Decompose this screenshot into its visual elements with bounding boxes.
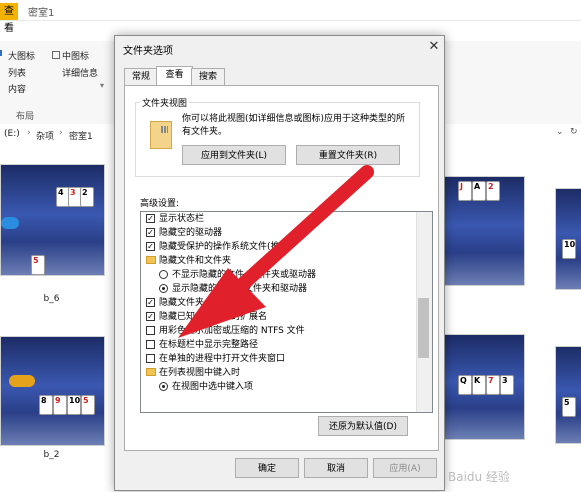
view-option-list[interactable]: 列表: [8, 66, 26, 79]
watermark: Baidu 经验: [448, 470, 510, 484]
playing-card: Q: [458, 375, 472, 395]
playing-card: 9: [53, 395, 67, 415]
explorer-titlebar: 查看 密室1: [0, 0, 581, 34]
playing-card: J: [458, 181, 472, 201]
reset-folders-button[interactable]: 重置文件夹(R): [296, 145, 400, 165]
file-name[interactable]: b_6: [0, 294, 103, 304]
view-icon: [52, 51, 60, 59]
view-option-medium-icons[interactable]: 中图标: [62, 49, 89, 62]
view-option-details[interactable]: 详细信息: [62, 66, 98, 79]
folder-icon: [150, 121, 172, 149]
radio-unselected-icon[interactable]: [159, 270, 168, 279]
radio-selected-icon[interactable]: [159, 382, 168, 391]
ribbon-tab[interactable]: 查看: [0, 3, 18, 34]
setting-label: 隐藏受保护的操作系统文件(推荐): [159, 242, 293, 252]
restore-defaults-button[interactable]: 还原为默认值(D): [318, 416, 408, 436]
playing-card: 3: [500, 375, 514, 395]
game-button-icon: [1, 217, 19, 229]
playing-card: 5: [81, 395, 95, 415]
setting-label: 隐藏空的驱动器: [159, 228, 223, 238]
checkbox-checked-icon[interactable]: ✓: [146, 298, 155, 307]
setting-label: 在列表视图中键入时: [159, 368, 241, 378]
setting-label: 隐藏文件夹合并冲突: [159, 298, 241, 308]
game-button-icon: [9, 375, 35, 387]
view-option-content[interactable]: 内容: [8, 82, 26, 95]
dialog-title: 文件夹选项: [123, 46, 173, 57]
advanced-settings-label: 高级设置:: [140, 199, 180, 209]
checkbox-unchecked-icon[interactable]: [146, 340, 155, 349]
view-tab-panel: 你可以将此视图(如详细信息或图标)应用于这种类型的所有文件夹。 应用到文件夹(L…: [124, 85, 439, 451]
playing-card: 5: [31, 255, 45, 275]
advanced-settings-list[interactable]: ✓ 显示状态栏 ✓ 隐藏空的驱动器 ✓ 隐藏受保护的操作系统文件(推荐) 隐藏文…: [140, 211, 433, 413]
checkbox-checked-icon[interactable]: ✓: [146, 312, 155, 321]
setting-label: 隐藏文件和文件夹: [159, 256, 232, 266]
breadcrumb-drive[interactable]: (E:): [4, 129, 20, 139]
file-thumbnail[interactable]: Q K 7 3: [443, 334, 525, 440]
file-thumbnail[interactable]: 10: [555, 188, 581, 290]
file-name[interactable]: b_2: [0, 450, 103, 460]
breadcrumb-current[interactable]: 密室1: [69, 129, 93, 142]
setting-label: 在标题栏中显示完整路径: [159, 340, 259, 350]
playing-card: 2: [80, 187, 94, 207]
folder-views-description: 你可以将此视图(如详细信息或图标)应用于这种类型的所有文件夹。: [182, 114, 406, 137]
breadcrumb-folder[interactable]: 杂项: [36, 129, 54, 142]
cancel-button[interactable]: 取消: [304, 458, 368, 478]
file-thumbnail-b6[interactable]: 4 3 2 5: [0, 164, 105, 276]
apply-to-folders-button[interactable]: 应用到文件夹(L): [182, 145, 286, 165]
setting-label: 不显示隐藏的文件、文件夹或驱动器: [172, 270, 317, 280]
apply-button[interactable]: 应用(A): [373, 458, 437, 478]
ok-button[interactable]: 确定: [235, 458, 299, 478]
setting-label: 在单独的进程中打开文件夹窗口: [159, 354, 286, 364]
playing-card: 7: [486, 375, 500, 395]
folder-icon: [146, 256, 156, 264]
view-icon: [0, 50, 2, 56]
checkbox-unchecked-icon[interactable]: [146, 354, 155, 363]
playing-card: 5: [562, 397, 576, 417]
tab-general[interactable]: 常规: [124, 68, 158, 86]
playing-card: K: [472, 375, 486, 395]
checkbox-checked-icon[interactable]: ✓: [146, 228, 155, 237]
file-thumbnail-b2[interactable]: 8 9 10 5: [0, 336, 105, 446]
view-option-large-icons[interactable]: 大图标: [8, 49, 35, 62]
playing-card: A: [472, 181, 486, 201]
checkbox-checked-icon[interactable]: ✓: [146, 214, 155, 223]
folder-options-dialog: 文件夹选项 ✕ 常规 查看 搜索 你可以将此视图(如详细信息或图标)应用于这种类…: [114, 35, 445, 491]
scrollbar-thumb[interactable]: [418, 298, 429, 358]
window-title: 密室1: [28, 8, 55, 19]
tab-search[interactable]: 搜索: [191, 68, 225, 86]
setting-label: 显示状态栏: [159, 214, 205, 224]
breadcrumb-separator-icon: ›: [59, 128, 63, 138]
checkbox-checked-icon[interactable]: ✓: [146, 242, 155, 251]
setting-label: 在视图中选中键入项: [172, 382, 254, 392]
file-thumbnail[interactable]: 5: [555, 346, 581, 444]
scroll-down-icon[interactable]: ▾: [100, 81, 104, 90]
checkbox-unchecked-icon[interactable]: [146, 326, 155, 335]
playing-card: 10: [562, 239, 576, 259]
file-thumbnail[interactable]: J A 2: [443, 176, 525, 286]
setting-label: 隐藏已知文件类型的扩展名: [159, 312, 268, 322]
refresh-icon[interactable]: ↻: [570, 127, 578, 137]
layout-group-label: 布局: [16, 112, 35, 122]
folder-views-title: 文件夹视图: [140, 96, 190, 109]
breadcrumb-separator-icon: ›: [27, 128, 31, 138]
dropdown-icon[interactable]: ⌄: [556, 127, 564, 137]
close-icon[interactable]: ✕: [425, 38, 443, 56]
setting-label: 用彩色显示加密或压缩的 NTFS 文件: [159, 326, 305, 336]
playing-card: 8: [39, 395, 53, 415]
playing-card: 10: [67, 395, 81, 415]
radio-selected-icon[interactable]: [159, 284, 168, 293]
tab-view[interactable]: 查看: [156, 66, 193, 86]
playing-card: 2: [486, 181, 500, 201]
folder-views-group: 你可以将此视图(如详细信息或图标)应用于这种类型的所有文件夹。 应用到文件夹(L…: [135, 102, 420, 177]
folder-icon: [146, 368, 156, 376]
setting-label: 显示隐藏的文件、文件夹和驱动器: [172, 284, 308, 294]
